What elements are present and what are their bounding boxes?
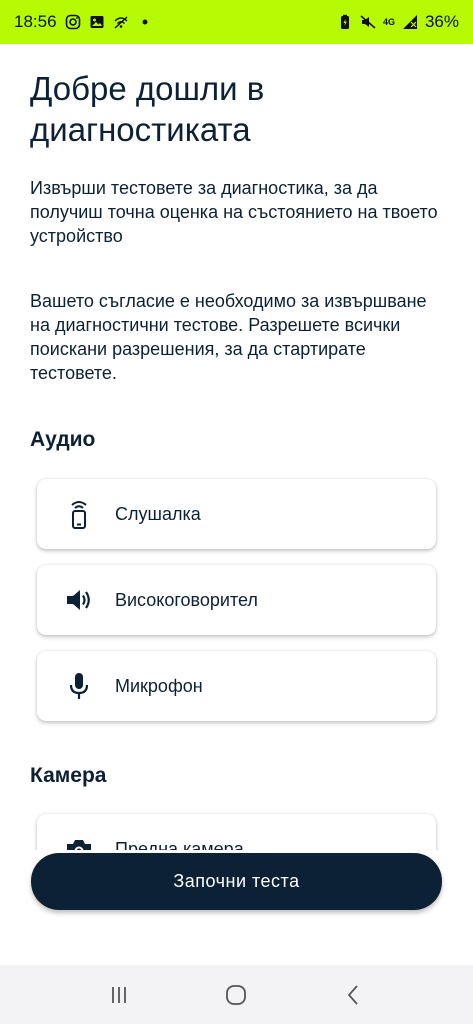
wifi-off-icon [113,14,129,30]
battery-saver-icon [337,14,353,30]
navigation-bar [0,965,473,1024]
mute-icon [360,14,376,30]
battery-level: 36% [424,12,459,31]
back-button[interactable] [334,975,374,1015]
test-item-speaker[interactable]: Високоговорител [37,565,436,635]
speaker-icon [65,585,93,615]
test-item-front-camera[interactable]: Предна камера [37,814,436,850]
start-test-button[interactable]: Започни теста [31,853,442,910]
camera-icon [65,834,93,850]
test-item-label: Предна камера [115,838,244,851]
page-title: Добре дошли в диагностиката [30,70,265,148]
consent-text: Вашето съгласие е необходимо за извършва… [30,291,427,383]
status-left: 18:56 [14,12,153,32]
home-icon [226,984,247,1005]
main-content[interactable]: Добре дошли в диагностиката Извърши тест… [0,44,473,850]
earpiece-icon [65,499,93,529]
status-right: 4G 36% [337,12,459,32]
section-title-audio: Аудио [30,428,96,451]
status-time: 18:56 [14,12,57,31]
recent-apps-icon [111,986,126,1003]
instagram-icon [65,14,81,30]
test-item-label: Микрофон [115,675,203,696]
test-item-label: Високоговорител [115,589,258,610]
test-item-microphone[interactable]: Микрофон [37,651,436,721]
signal-icon [402,14,418,30]
home-button[interactable] [216,975,256,1015]
recent-apps-button[interactable] [99,975,139,1015]
test-item-label: Слушалка [115,503,201,524]
section-title-camera: Камера [30,764,107,787]
network-type: 4G [382,17,395,27]
microphone-icon [65,671,93,701]
gallery-icon [89,14,105,30]
test-item-earpiece[interactable]: Слушалка [37,479,436,549]
status-bar: 18:56 4G 36% [0,0,473,44]
notification-dot-icon [137,14,153,30]
intro-text: Извърши тестовете за диагностика, за да … [30,178,438,246]
back-icon [347,984,358,1005]
